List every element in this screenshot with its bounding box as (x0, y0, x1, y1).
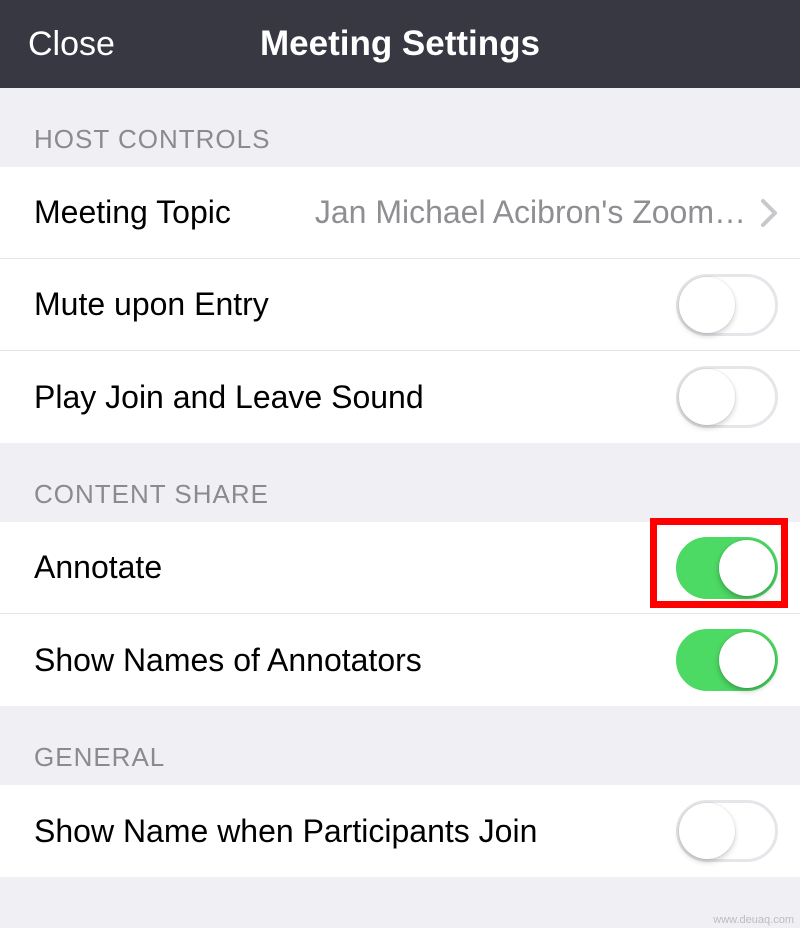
row-show-name-join: Show Name when Participants Join (0, 785, 800, 877)
row-play-join-leave: Play Join and Leave Sound (0, 351, 800, 443)
row-meeting-topic[interactable]: Meeting Topic Jan Michael Acibron's Zoom… (0, 167, 800, 259)
toggle-mute-upon-entry[interactable] (676, 274, 778, 336)
label-meeting-topic: Meeting Topic (34, 194, 231, 231)
navbar: Close Meeting Settings (0, 0, 800, 88)
toggle-play-join-leave[interactable] (676, 366, 778, 428)
label-show-name-join: Show Name when Participants Join (34, 813, 537, 850)
section-header-host-controls: HOST CONTROLS (0, 88, 800, 167)
row-mute-upon-entry: Mute upon Entry (0, 259, 800, 351)
close-button[interactable]: Close (28, 25, 115, 64)
chevron-right-icon (760, 198, 778, 228)
section-header-content-share: CONTENT SHARE (0, 443, 800, 522)
label-annotate: Annotate (34, 549, 162, 586)
toggle-show-annotators[interactable] (676, 629, 778, 691)
row-show-annotators: Show Names of Annotators (0, 614, 800, 706)
toggle-annotate[interactable] (676, 537, 778, 599)
toggle-show-name-join[interactable] (676, 800, 778, 862)
label-play-join-leave: Play Join and Leave Sound (34, 379, 424, 416)
page-title: Meeting Settings (260, 24, 540, 64)
value-meeting-topic: Jan Michael Acibron's Zoom… (315, 194, 752, 231)
watermark: www.deuaq.com (713, 914, 794, 926)
label-mute-upon-entry: Mute upon Entry (34, 286, 269, 323)
section-header-general: GENERAL (0, 706, 800, 785)
row-annotate: Annotate (0, 522, 800, 614)
label-show-annotators: Show Names of Annotators (34, 642, 422, 679)
